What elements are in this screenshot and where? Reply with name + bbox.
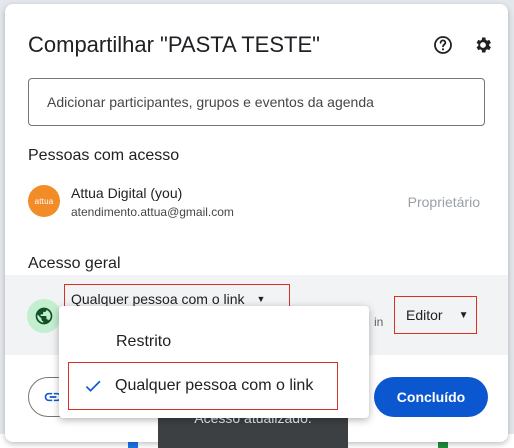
person-email: atendimento.attua@gmail.com [71, 205, 234, 219]
link-access-menu: Restrito Qualquer pessoa com o link [59, 306, 369, 418]
done-button[interactable]: Concluído [374, 377, 488, 417]
dialog-title: Compartilhar "PASTA TESTE" [28, 32, 320, 57]
partial-description-text: in [374, 315, 384, 329]
avatar: attua [28, 185, 60, 217]
caret-down-icon: ▼ [458, 309, 469, 321]
gear-icon [476, 37, 491, 53]
add-people-input[interactable] [28, 78, 485, 126]
help-button[interactable] [430, 32, 456, 58]
settings-button[interactable] [470, 32, 496, 58]
person-role: Proprietário [407, 194, 480, 210]
people-section-title: Pessoas com acesso [28, 147, 180, 164]
link-access-label: Qualquer pessoa com o link [71, 291, 245, 307]
menu-item-label: Qualquer pessoa com o link [115, 377, 314, 394]
check-icon [85, 380, 101, 392]
person-row: attua Attua Digital (you) atendimento.at… [28, 184, 488, 224]
menu-item-label: Restrito [116, 333, 172, 350]
menu-item-restricted[interactable]: Restrito [59, 320, 369, 364]
help-icon [434, 36, 452, 54]
menu-item-anyone-with-link[interactable]: Qualquer pessoa com o link [68, 362, 338, 410]
globe-badge [27, 299, 61, 333]
role-dropdown[interactable]: Editor ▼ [394, 296, 477, 334]
general-access-title: Acesso geral [28, 255, 121, 272]
caret-down-icon: ▼ [256, 294, 266, 304]
role-label: Editor [406, 307, 443, 323]
person-name: Attua Digital (you) [71, 185, 183, 201]
globe-icon [35, 307, 53, 325]
